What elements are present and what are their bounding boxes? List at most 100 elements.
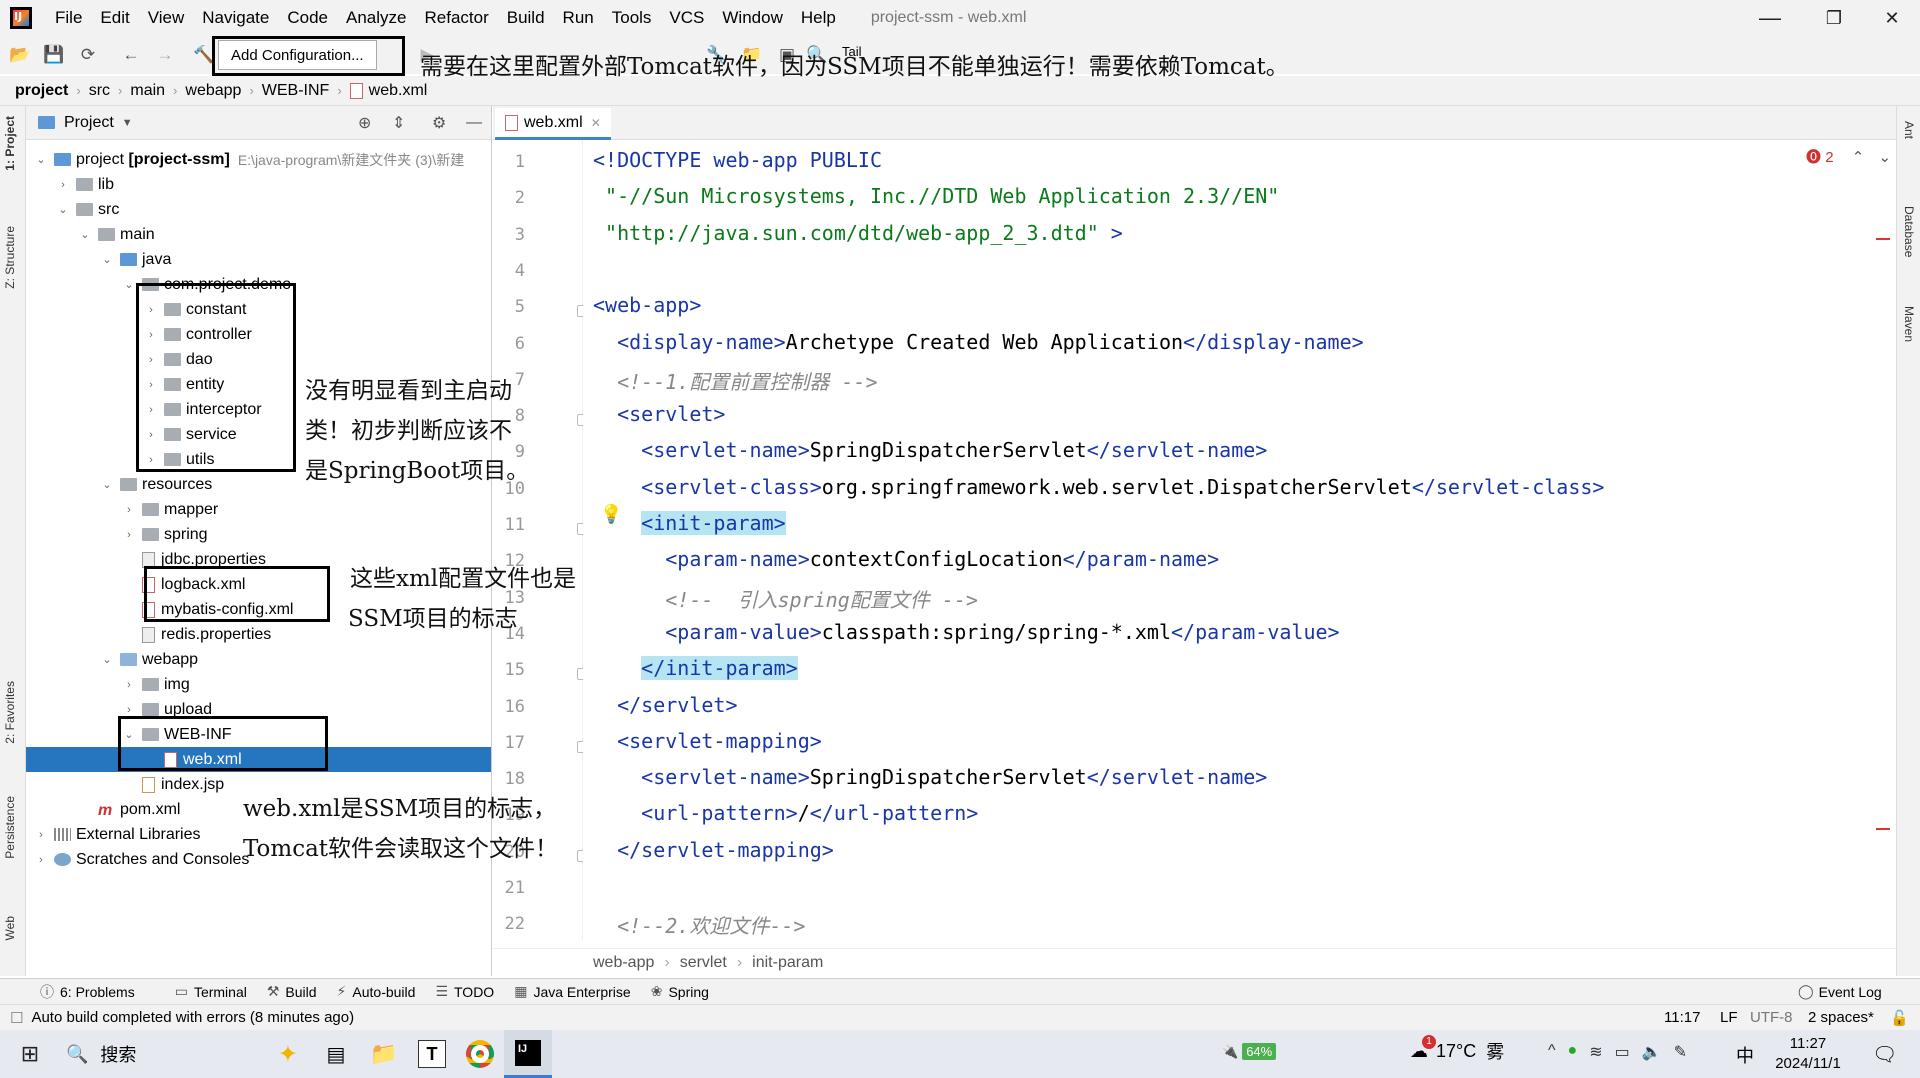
tab-web-xml[interactable]: web.xml ✕ [495, 108, 611, 140]
breadcrumb-item[interactable]: webapp [185, 82, 241, 100]
editor-path-item[interactable]: web-app [593, 954, 654, 972]
breadcrumb-item[interactable]: project [15, 82, 68, 100]
menu-window[interactable]: Window [713, 8, 791, 28]
tab-maven[interactable]: Maven [1902, 306, 1916, 342]
editor-path-item[interactable]: servlet [680, 954, 727, 972]
code-line[interactable]: <!-- 引入spring配置文件 --> [593, 584, 978, 613]
menu-tools[interactable]: Tools [603, 8, 661, 28]
minimize-button[interactable]: — [1740, 0, 1800, 36]
tree-item[interactable]: ⌄ java [26, 247, 491, 272]
tab-database[interactable]: Database [1902, 206, 1916, 257]
tab-persistence[interactable]: Persistence [3, 796, 17, 859]
chevron-right-icon[interactable]: › [34, 829, 48, 841]
tree-item[interactable]: › img [26, 672, 491, 697]
code-line[interactable]: <param-name>contextConfigLocation</param… [593, 547, 1219, 571]
locate-icon[interactable]: ⊕ [358, 113, 371, 133]
wifi-icon[interactable]: ≋ [1589, 1042, 1602, 1062]
maximize-button[interactable]: ❐ [1804, 0, 1864, 36]
code-line[interactable]: <web-app> [593, 293, 701, 317]
lightbulb-icon[interactable]: 💡 [600, 504, 622, 525]
chevron-down-icon[interactable]: ⌄ [100, 478, 114, 491]
status-checkbox-icon[interactable]: ☐ [10, 1009, 23, 1027]
sync-icon[interactable]: ⟳ [78, 45, 98, 65]
notifications-icon[interactable]: 🗨 [1872, 1042, 1897, 1067]
file-encoding[interactable]: UTF-8 [1750, 1009, 1793, 1026]
code-line[interactable]: <!--1.配置前置控制器 --> [593, 366, 877, 395]
bottom-tab-spring[interactable]: ❀ Spring [651, 982, 709, 1002]
intellij-taskbar-icon[interactable]: IJ [504, 1030, 552, 1078]
gear-icon[interactable]: ⚙ [432, 113, 446, 133]
task-view-icon[interactable]: ▤ [312, 1030, 360, 1078]
indent-setting[interactable]: 2 spaces* [1808, 1009, 1874, 1026]
tab-ant[interactable]: Ant [1902, 121, 1916, 139]
project-panel-title[interactable]: Project [64, 114, 114, 132]
chevron-down-icon[interactable]: ⌄ [100, 653, 114, 666]
taskbar-search[interactable]: 🔍 搜索 ✦ [54, 1030, 304, 1078]
close-button[interactable]: ✕ [1862, 0, 1920, 36]
error-indicator[interactable]: ⓿ 2 ⌃ ⌄ [1806, 146, 1891, 167]
chevron-down-icon[interactable]: ⌄ [56, 203, 70, 216]
hide-panel-icon[interactable]: — [466, 114, 482, 132]
clock[interactable]: 11:27 2024/11/1 [1768, 1034, 1848, 1074]
bottom-tab-terminal[interactable]: ▭ Terminal [175, 982, 247, 1002]
pen-icon[interactable]: ✎ [1674, 1042, 1687, 1062]
battery-indicator[interactable]: 🔌 64% [1222, 1043, 1277, 1060]
lock-icon[interactable]: 🔓 [1890, 1009, 1909, 1027]
chevron-right-icon[interactable]: › [56, 179, 70, 191]
code-editor[interactable]: <!DOCTYPE web-app PUBLIC "-//Sun Microsy… [583, 140, 1883, 940]
code-line[interactable]: <!DOCTYPE web-app PUBLIC [593, 148, 882, 172]
code-line[interactable]: <param-value>classpath:spring/spring-*.x… [593, 620, 1339, 644]
chevron-right-icon[interactable]: › [122, 679, 136, 691]
menu-code[interactable]: Code [278, 8, 337, 28]
chevron-down-icon[interactable]: ⌄ [78, 228, 92, 241]
chevron-right-icon[interactable]: › [122, 704, 136, 716]
chevron-down-icon[interactable]: ⌄ [100, 253, 114, 266]
tree-item[interactable]: › lib [26, 172, 491, 197]
code-line[interactable]: <servlet-name>SpringDispatcherServlet</s… [593, 765, 1267, 789]
chevron-down-icon[interactable]: ⌄ [1878, 149, 1891, 166]
chevron-up-icon[interactable]: ⌃ [1852, 149, 1865, 166]
tree-item[interactable]: › mapper [26, 497, 491, 522]
chrome-icon[interactable] [456, 1030, 504, 1078]
file-explorer-icon[interactable]: 📁 [360, 1030, 408, 1078]
error-stripe-mark[interactable] [1876, 238, 1890, 240]
code-line[interactable]: </servlet> [593, 693, 737, 717]
bottom-tab-build[interactable]: ⚒ Build [267, 982, 317, 1002]
code-line[interactable]: <display-name>Archetype Created Web Appl… [593, 330, 1364, 354]
bottom-tab-problems[interactable]: ⓘ 6: Problems [40, 982, 135, 1002]
bottom-tab-auto-build[interactable]: ⚡ Auto-build [337, 982, 416, 1002]
caret-position[interactable]: 11:17 [1664, 1009, 1700, 1026]
tree-item[interactable]: ⌄ project [project-ssm] E:\java-program\新建… [26, 147, 491, 172]
volume-icon[interactable]: 🔈 [1642, 1042, 1662, 1062]
chevron-down-icon[interactable]: ▼ [122, 117, 133, 129]
chevron-down-icon[interactable]: ⌄ [34, 153, 48, 166]
battery-tray-icon[interactable]: ▭ [1615, 1042, 1630, 1062]
menu-analyze[interactable]: Analyze [337, 8, 415, 28]
menu-view[interactable]: View [139, 8, 194, 28]
tree-item[interactable]: ⌄ webapp [26, 647, 491, 672]
chevron-right-icon[interactable]: › [122, 529, 136, 541]
code-line[interactable]: <servlet-mapping> [593, 729, 822, 753]
tab-project[interactable]: 1: Project [3, 116, 17, 171]
forward-arrow-icon[interactable]: → [155, 45, 175, 65]
menu-edit[interactable]: Edit [91, 8, 138, 28]
chevron-right-icon[interactable]: › [34, 854, 48, 866]
bottom-tab-todo[interactable]: ☰ TODO [435, 982, 494, 1002]
code-line[interactable]: "-//Sun Microsystems, Inc.//DTD Web Appl… [593, 184, 1279, 208]
wechat-icon[interactable]: ● [1568, 1042, 1578, 1062]
typora-icon[interactable]: T [408, 1030, 456, 1078]
breadcrumb-item[interactable]: WEB-INF [262, 82, 330, 100]
back-arrow-icon[interactable]: ← [121, 45, 141, 65]
code-line[interactable]: <servlet-class>org.springframework.web.s… [593, 475, 1604, 499]
menu-build[interactable]: Build [498, 8, 554, 28]
breadcrumb-item[interactable]: src [89, 82, 110, 100]
breadcrumb-item[interactable]: web.xml [369, 82, 428, 100]
open-folder-icon[interactable]: 📂 [9, 45, 30, 65]
menu-help[interactable]: Help [792, 8, 845, 28]
windows-start-icon[interactable]: ⊞ [6, 1030, 54, 1078]
error-stripe-mark[interactable] [1876, 828, 1890, 830]
code-line[interactable]: <servlet> [593, 402, 725, 426]
tree-item[interactable]: ⌄ src [26, 197, 491, 222]
chevron-down-icon[interactable]: ⌄ [122, 278, 136, 291]
menu-navigate[interactable]: Navigate [193, 8, 278, 28]
